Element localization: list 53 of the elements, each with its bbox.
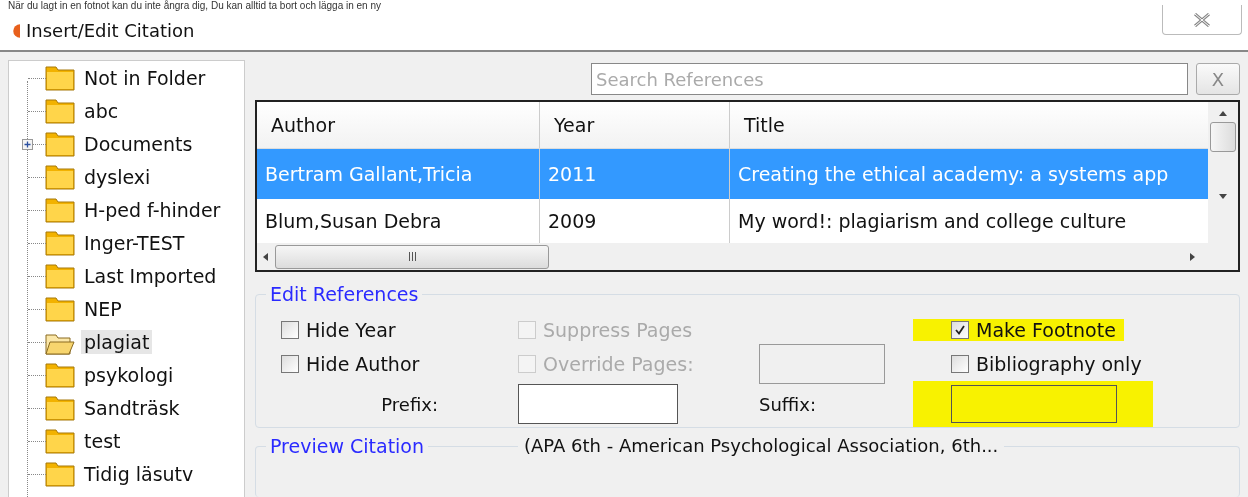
checkbox-option[interactable]: Hide Year — [281, 319, 404, 341]
folder-icon — [45, 460, 75, 487]
checkbox-option[interactable]: Make Footnote — [913, 319, 1124, 341]
folder-icon — [45, 295, 75, 322]
folder-icon — [45, 130, 75, 157]
folder-icon — [45, 262, 75, 289]
check-icon — [954, 324, 966, 336]
column-header[interactable]: Year — [540, 102, 730, 148]
folder-item[interactable]: NEP — [81, 296, 125, 321]
folder-icon — [45, 427, 75, 454]
suffix-label: Suffix: — [759, 393, 817, 415]
folder-icon — [45, 64, 75, 91]
scroll-thumb[interactable] — [275, 244, 549, 269]
scroll-up-icon[interactable] — [1219, 110, 1227, 118]
checkbox-option[interactable]: Hide Author — [281, 353, 428, 375]
search-field[interactable]: Search References — [591, 63, 1188, 95]
close-icon — [1192, 12, 1212, 27]
scroll-right-icon[interactable] — [1188, 252, 1196, 261]
folder-item[interactable]: plagiat — [81, 329, 153, 354]
folder-item[interactable]: abc — [81, 98, 122, 123]
window-title: Insert/Edit Citation — [26, 20, 195, 41]
caption-text: När du lagt in en fotnot kan du inte ångra dig, Du kan alltid ta bort och lägga in en ny — [0, 0, 1248, 11]
prefix-label: Prefix: — [381, 393, 438, 415]
table-cell-text: Creating the ethical academy: a systems app — [737, 162, 1170, 187]
table-row[interactable]: Blum,Susan Debra 2009 My word!: plagiarism and college culture — [257, 199, 1208, 243]
column-header[interactable]: Title — [730, 102, 1208, 148]
table-cell-text: My word!: plagiarism and college culture — [737, 209, 1128, 234]
folder-item[interactable]: Tidig läsutv — [81, 461, 197, 486]
folder-item[interactable]: Last Imported — [81, 263, 220, 288]
folder-item[interactable]: dyslexi — [81, 164, 154, 189]
folder-item[interactable]: Sandträsk — [81, 395, 183, 420]
prefix-field[interactable] — [518, 384, 678, 424]
suffix-field[interactable] — [951, 385, 1117, 423]
folder-item[interactable]: H-ped f-hinder — [81, 197, 224, 222]
scroll-down-icon[interactable] — [1219, 192, 1227, 200]
scroll-thumb[interactable] — [1210, 122, 1236, 152]
folder-item[interactable]: Not in Folder — [81, 65, 209, 90]
column-header[interactable]: Author — [257, 102, 540, 148]
folder-icon — [45, 196, 75, 223]
expand-icon[interactable] — [22, 139, 33, 150]
folder-icon — [45, 229, 75, 256]
folder-item[interactable]: psykologi — [81, 362, 177, 387]
override-pages-field[interactable] — [759, 344, 885, 384]
checkbox-option[interactable]: Bibliography only — [951, 353, 1150, 375]
grip-icon — [407, 252, 417, 261]
folder-icon — [45, 163, 75, 190]
folder-icon — [45, 97, 75, 124]
folder-item[interactable]: test — [81, 428, 124, 453]
folder-item[interactable]: Documents — [81, 131, 196, 156]
folder-icon — [45, 394, 75, 421]
folder-item[interactable]: Inger-TEST — [81, 230, 188, 255]
folder-icon — [45, 361, 75, 388]
scroll-left-icon[interactable] — [262, 252, 270, 261]
